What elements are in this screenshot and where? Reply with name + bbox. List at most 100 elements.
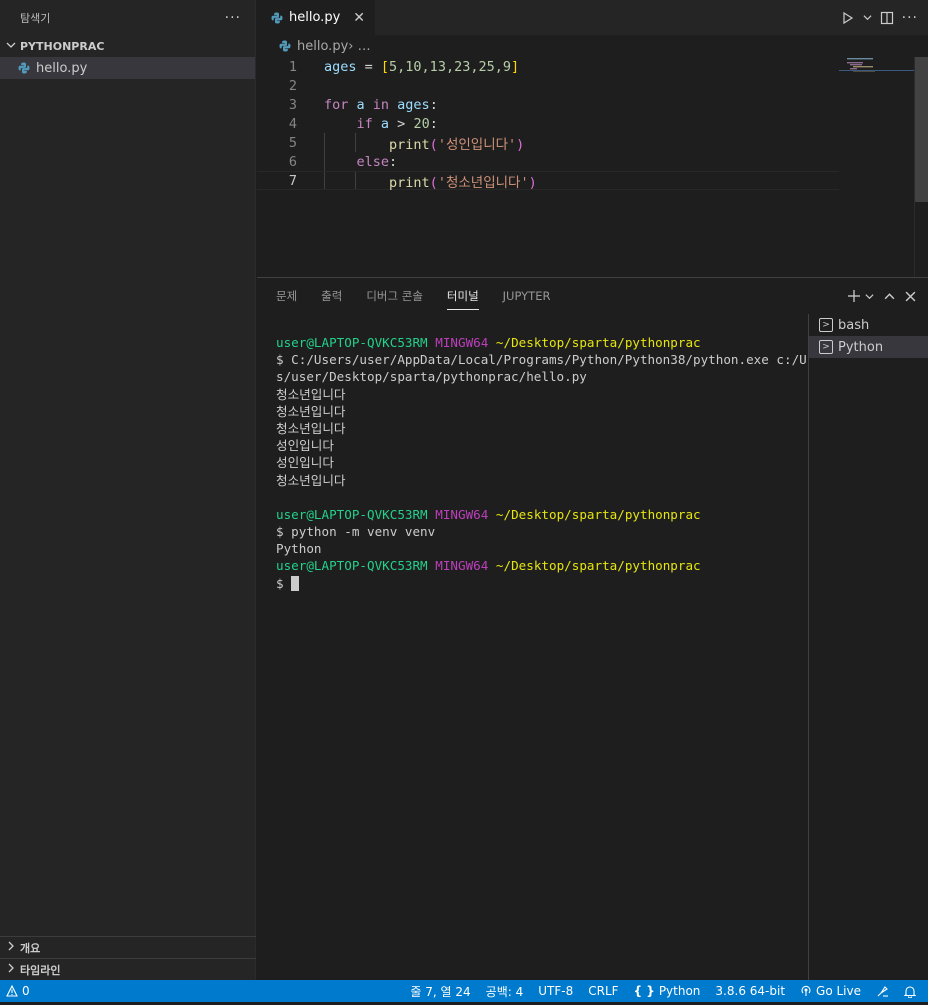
broadcast-icon [801, 985, 811, 996]
chevron-right-icon [6, 963, 20, 976]
maximize-panel-icon[interactable] [884, 291, 895, 302]
split-editor-icon[interactable] [880, 11, 894, 25]
close-tab-icon[interactable]: ✕ [353, 10, 365, 26]
code-text: ages = [5,10,13,23,25,9] [324, 58, 520, 75]
minimap-preview [839, 58, 914, 72]
line-number: 5 [288, 134, 297, 151]
terminal-line: 청소년입니다 [276, 420, 346, 436]
code-text: print('성인입니다') [389, 136, 525, 153]
problems-count: 0 [22, 984, 30, 998]
go-live-button[interactable]: Go Live [800, 984, 861, 998]
editor-actions: ··· [841, 0, 918, 35]
status-right: 줄 7, 열 24 공백: 4 UTF-8 CRLF { } Python 3.… [410, 983, 928, 1000]
tab-problems[interactable]: 문제 [276, 278, 297, 314]
file-name: hello.py [36, 60, 88, 76]
line-number: 2 [288, 77, 297, 94]
indentation[interactable]: 공백: 4 [486, 983, 524, 1000]
terminal-prompt: user@LAPTOP-QVKC53RM MINGW64 ~/Desktop/s… [276, 335, 701, 350]
cursor-position[interactable]: 줄 7, 열 24 [410, 983, 470, 1000]
feedback-icon[interactable] [876, 985, 889, 998]
panel-tabs: 문제 출력 디버그 콘솔 터미널 JUPYTER [257, 278, 928, 314]
terminal-icon: > [819, 340, 833, 354]
terminal-name: Python [838, 339, 884, 355]
tab-label: hello.py [289, 10, 341, 25]
terminal-input-line[interactable]: $ [276, 575, 806, 592]
tab-debug-console[interactable]: 디버그 콘솔 [366, 278, 423, 314]
timeline-section[interactable]: 타임라인 [0, 958, 256, 980]
encoding[interactable]: UTF-8 [538, 984, 573, 998]
terminal-prompt: user@LAPTOP-QVKC53RM MINGW64 ~/Desktop/s… [276, 558, 701, 574]
editor-scrollbar[interactable] [914, 57, 928, 277]
line-number: 4 [288, 115, 297, 132]
terminal-output[interactable]: user@LAPTOP-QVKC53RM MINGW64 ~/Desktop/s… [276, 334, 806, 592]
status-left: 0 [0, 984, 30, 998]
terminal-item-bash[interactable]: > bash [809, 314, 928, 336]
terminal-list: > bash > Python [808, 314, 928, 981]
terminal-prompt: user@LAPTOP-QVKC53RM MINGW64 ~/Desktop/s… [276, 506, 701, 522]
folder-section-pythonprac[interactable]: PYTHONPRAC [0, 35, 255, 57]
end-of-line[interactable]: CRLF [588, 984, 618, 998]
terminal-line: 성인입니다 [276, 455, 334, 471]
scrollbar-thumb[interactable] [915, 57, 928, 202]
breadcrumb: hello.py › … [257, 35, 928, 57]
timeline-label: 타임라인 [20, 963, 61, 977]
python-file-icon [16, 60, 32, 76]
new-terminal-icon[interactable] [847, 289, 861, 303]
code-editor[interactable]: 1 ages = [5,10,13,23,25,9] 2 3 for a in … [257, 57, 839, 277]
terminal-icon: > [819, 318, 833, 332]
terminal-item-python[interactable]: > Python [809, 336, 928, 358]
more-actions-icon[interactable]: ··· [902, 10, 918, 26]
code-text: if a > 20: [356, 115, 438, 132]
python-file-icon [277, 38, 293, 54]
terminal-line: $ python -m venv venv [276, 524, 436, 540]
code-line: 1 ages = [5,10,13,23,25,9] [257, 57, 839, 76]
terminal-line: 청소년입니다 [276, 472, 346, 488]
explorer-header: 탐색기 ··· [0, 0, 255, 35]
code-text: print('청소년입니다') [389, 174, 537, 191]
breadcrumb-file[interactable]: hello.py [297, 39, 348, 54]
close-panel-icon[interactable] [905, 291, 916, 302]
language-mode[interactable]: { } Python [634, 984, 701, 998]
line-number: 1 [288, 58, 297, 75]
outline-section[interactable]: 개요 [0, 936, 256, 958]
terminal-dropdown-icon[interactable] [865, 292, 874, 301]
python-interpreter[interactable]: 3.8.6 64-bit [715, 984, 785, 998]
editor-tabs-bar: hello.py ✕ ··· [257, 0, 928, 35]
run-dropdown-icon[interactable] [863, 13, 872, 22]
tab-hello-py[interactable]: hello.py ✕ [257, 0, 375, 35]
bottom-panel: 문제 출력 디버그 콘솔 터미널 JUPYTER user@LAPTOP-QVK… [257, 277, 928, 981]
panel-actions [847, 278, 916, 314]
notifications-bell-icon[interactable] [904, 985, 916, 998]
code-line: 5 print('성인입니다') [257, 133, 839, 153]
chevron-down-icon [6, 40, 20, 53]
status-bar: 0 줄 7, 열 24 공백: 4 UTF-8 CRLF { } Python … [0, 980, 928, 1002]
outline-label: 개요 [20, 941, 41, 955]
line-number: 3 [288, 96, 297, 113]
run-python-icon[interactable] [841, 11, 855, 25]
python-file-icon [269, 10, 285, 26]
terminal-name: bash [838, 317, 870, 333]
line-number: 6 [288, 153, 297, 170]
folder-name: PYTHONPRAC [20, 39, 105, 53]
code-line-current: 7 print('청소년입니다') [257, 171, 839, 191]
code-text: else: [356, 153, 398, 170]
minimap[interactable] [839, 57, 914, 277]
tab-jupyter[interactable]: JUPYTER [503, 278, 551, 314]
breadcrumb-more[interactable]: › … [348, 39, 370, 54]
tab-output[interactable]: 출력 [321, 278, 342, 314]
terminal-line: $ C:/Users/user/AppData/Local/Programs/P… [276, 352, 806, 368]
warning-icon [6, 985, 18, 997]
braces-icon: { } [633, 984, 655, 998]
line-number: 7 [288, 172, 297, 189]
file-item-hello-py[interactable]: hello.py [0, 57, 255, 79]
code-line: 4 if a > 20: [257, 114, 839, 133]
explorer-sidebar: 탐색기 ··· PYTHONPRAC hello.py 개요 타임라인 [0, 0, 256, 980]
problems-status[interactable]: 0 [6, 984, 30, 998]
more-actions-icon[interactable]: ··· [225, 10, 241, 26]
chevron-right-icon [6, 941, 20, 954]
tab-terminal[interactable]: 터미널 [446, 278, 479, 314]
terminal-line: Python [276, 541, 322, 557]
terminal-line: 청소년입니다 [276, 403, 346, 419]
code-text: for a in ages: [324, 96, 438, 113]
